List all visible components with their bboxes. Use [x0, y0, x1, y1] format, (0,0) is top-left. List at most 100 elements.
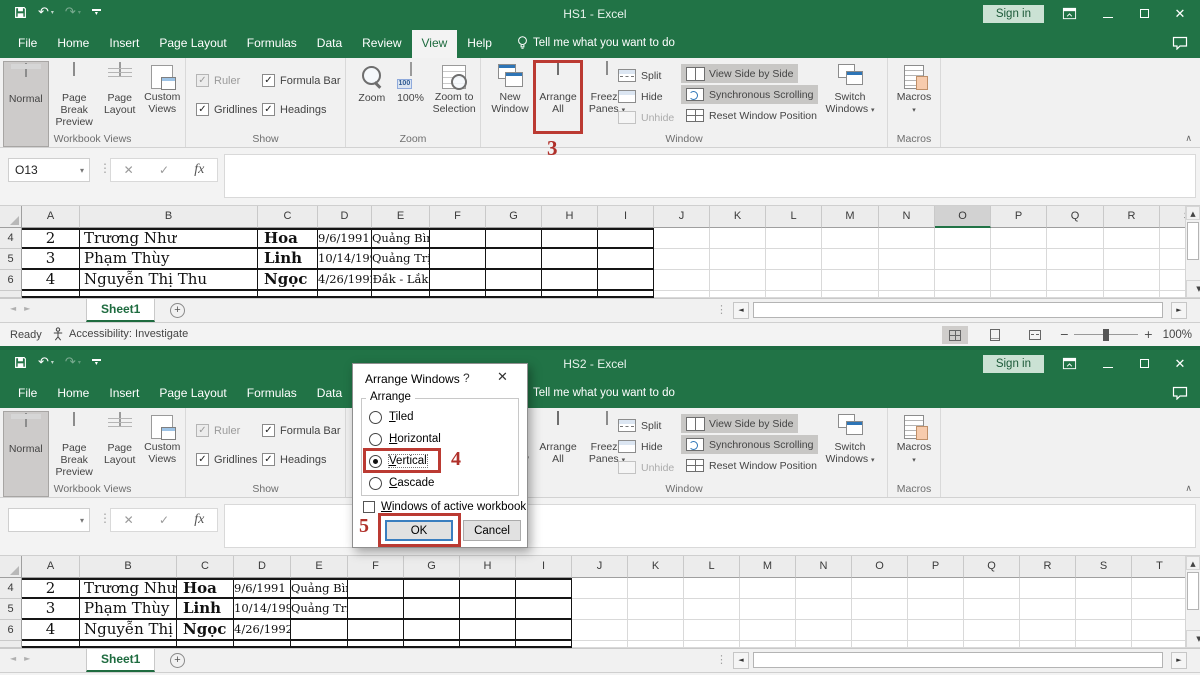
column-header-I[interactable]: I	[516, 556, 572, 578]
comments-icon[interactable]	[1172, 36, 1188, 50]
column-header-R[interactable]: R	[1104, 206, 1160, 228]
cell-T5[interactable]	[1132, 599, 1188, 620]
collapse-ribbon-icon[interactable]: ∧	[1185, 134, 1192, 144]
reset-window-position-button[interactable]: Reset Window Position	[681, 106, 822, 125]
cell-R5[interactable]	[1020, 599, 1076, 620]
cell-P4[interactable]	[908, 578, 964, 599]
scrollbar-resize-handle[interactable]: ⋮	[716, 303, 727, 316]
ribbon-tab-formulas[interactable]: Formulas	[237, 380, 307, 408]
column-header-M[interactable]: M	[740, 556, 796, 578]
hscroll-right-arrow[interactable]: ►	[1171, 302, 1187, 319]
gridlines-checkbox[interactable]: ✓Gridlines	[196, 103, 257, 116]
cell-D6[interactable]: 4/26/1992	[318, 270, 372, 291]
redo-icon[interactable]: ↷▾	[65, 6, 81, 19]
ribbon-tab-home[interactable]: Home	[47, 380, 99, 408]
cell-K6[interactable]	[628, 620, 684, 641]
sign-in-button[interactable]: Sign in	[983, 355, 1044, 373]
column-header-G[interactable]: G	[486, 206, 542, 228]
cell-E[interactable]	[291, 641, 348, 648]
cell-D5[interactable]: 10/14/1991	[318, 249, 372, 270]
cell-L[interactable]	[684, 641, 740, 648]
cell-A[interactable]	[22, 291, 80, 298]
ribbon-display-options-icon[interactable]	[1062, 6, 1078, 21]
cell-N4[interactable]	[879, 228, 935, 249]
hide-button[interactable]: Hide	[613, 87, 668, 106]
cell-I4[interactable]	[516, 578, 572, 599]
cell-F[interactable]	[348, 641, 404, 648]
cell-K4[interactable]	[710, 228, 766, 249]
cell-T6[interactable]	[1132, 620, 1188, 641]
ruler-checkbox[interactable]: ✓Ruler	[196, 74, 240, 87]
vscroll-thumb[interactable]	[1187, 572, 1199, 610]
switch-windows-button[interactable]: Switch Windows ▾	[823, 60, 877, 115]
insert-function-icon[interactable]: fx	[194, 162, 204, 178]
save-icon[interactable]	[14, 6, 27, 19]
tell-me-box[interactable]: Tell me what you want to do	[533, 30, 675, 58]
cell-I6[interactable]	[598, 270, 654, 291]
cell-T[interactable]	[1132, 641, 1188, 648]
column-header-C[interactable]: C	[177, 556, 234, 578]
formula-bar-checkbox[interactable]: ✓Formula Bar	[262, 74, 341, 87]
cell-H[interactable]	[542, 291, 598, 298]
select-all-corner[interactable]	[0, 206, 22, 228]
sheet-nav-arrows[interactable]: ◄►	[10, 654, 38, 663]
cell-I4[interactable]	[598, 228, 654, 249]
column-header-E[interactable]: E	[372, 206, 430, 228]
cell-J6[interactable]	[654, 270, 710, 291]
row-header-partial[interactable]	[0, 641, 22, 648]
cell-J[interactable]	[572, 641, 628, 648]
cell-E[interactable]	[372, 291, 430, 298]
cell-Q5[interactable]	[1047, 249, 1104, 270]
ribbon-tab-insert[interactable]: Insert	[99, 380, 149, 408]
cell-J6[interactable]	[572, 620, 628, 641]
cell-F5[interactable]	[430, 249, 486, 270]
cell-A5[interactable]: 3	[22, 249, 80, 270]
column-header-B[interactable]: B	[80, 556, 177, 578]
cell-R6[interactable]	[1104, 270, 1160, 291]
cell-M5[interactable]	[740, 599, 796, 620]
cell-E4[interactable]: Quảng Bình	[291, 578, 348, 599]
normal-view-shortcut[interactable]	[942, 326, 968, 344]
cell-O6[interactable]	[935, 270, 991, 291]
cell-I6[interactable]	[516, 620, 572, 641]
cell-T4[interactable]	[1132, 578, 1188, 599]
vscroll-up-arrow[interactable]: ▲	[1186, 206, 1200, 220]
split-button[interactable]: Split	[613, 66, 666, 85]
column-header-F[interactable]: F	[430, 206, 486, 228]
ribbon-tab-page-layout[interactable]: Page Layout	[149, 380, 236, 408]
cancel-button[interactable]: Cancel	[463, 520, 521, 541]
ribbon-tab-view[interactable]: View	[412, 30, 458, 58]
maximize-button[interactable]	[1136, 7, 1152, 21]
cell-B6[interactable]: Nguyễn Thị Thu	[80, 270, 258, 291]
column-header-N[interactable]: N	[796, 556, 852, 578]
cell-O5[interactable]	[852, 599, 908, 620]
cell-N6[interactable]	[796, 620, 852, 641]
ruler-checkbox[interactable]: ✓Ruler	[196, 424, 240, 437]
column-header-H[interactable]: H	[542, 206, 598, 228]
cell-S4[interactable]	[1076, 578, 1132, 599]
cell-M[interactable]	[822, 291, 879, 298]
synchronous-scrolling-button[interactable]: Synchronous Scrolling	[681, 435, 818, 454]
cell-J5[interactable]	[654, 249, 710, 270]
windows-of-active-workbook-checkbox[interactable]: Windows of active workbook	[363, 501, 526, 513]
cell-C5[interactable]: Linh	[258, 249, 318, 270]
save-icon[interactable]	[14, 356, 27, 369]
cell-J4[interactable]	[654, 228, 710, 249]
cell-S[interactable]	[1076, 641, 1132, 648]
cell-H6[interactable]	[542, 270, 598, 291]
cell-D5[interactable]: 10/14/1991	[234, 599, 291, 620]
cell-B[interactable]	[80, 291, 258, 298]
cell-E6[interactable]	[291, 620, 348, 641]
cell-P6[interactable]	[991, 270, 1047, 291]
cell-N6[interactable]	[879, 270, 935, 291]
cell-D4[interactable]: 9/6/1991	[234, 578, 291, 599]
cell-B[interactable]	[80, 641, 177, 648]
cell-D6[interactable]: 4/26/1992	[234, 620, 291, 641]
cell-N5[interactable]	[879, 249, 935, 270]
cell-B4[interactable]: Trương Như	[80, 228, 258, 249]
headings-checkbox[interactable]: ✓Headings	[262, 103, 326, 116]
cell-P4[interactable]	[991, 228, 1047, 249]
hscroll-right-arrow[interactable]: ►	[1171, 652, 1187, 669]
select-all-corner[interactable]	[0, 556, 22, 578]
column-header-D[interactable]: D	[318, 206, 372, 228]
